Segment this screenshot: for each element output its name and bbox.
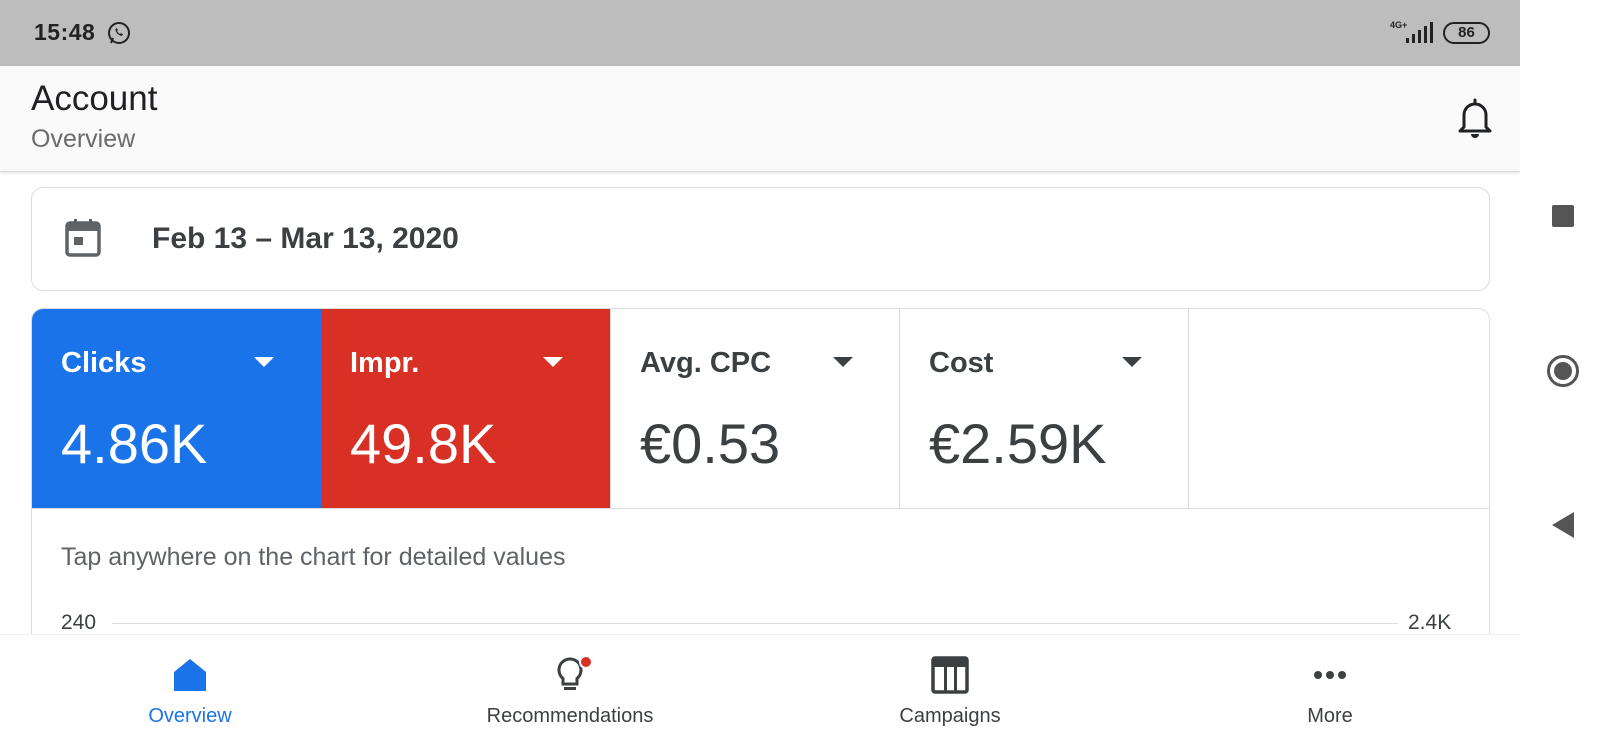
bell-icon[interactable] bbox=[1455, 96, 1495, 138]
nav-recommendations[interactable]: Recommendations bbox=[465, 635, 675, 738]
nav-label: Campaigns bbox=[899, 705, 1001, 727]
home-icon bbox=[174, 659, 206, 691]
date-range-selector[interactable]: Feb 13 – Mar 13, 2020 bbox=[31, 187, 1490, 291]
nav-label: Recommendations bbox=[486, 705, 654, 727]
nav-overview[interactable]: Overview bbox=[110, 635, 270, 738]
screen: 15:48 4G+ 86 Account Overview Feb 13 – M… bbox=[0, 0, 1600, 738]
nav-more[interactable]: More bbox=[1255, 635, 1405, 738]
back-button[interactable] bbox=[1552, 512, 1574, 538]
metric-avg-cpc[interactable]: Avg. CPC €0.53 bbox=[610, 309, 899, 508]
metric-value: €2.59K bbox=[929, 412, 1107, 475]
nav-label: More bbox=[1307, 705, 1353, 727]
metric-empty-slot bbox=[1188, 309, 1489, 508]
divider bbox=[32, 508, 1489, 509]
metrics-card: Clicks 4.86K Impr. 49.8K Avg. CPC €0.53 … bbox=[31, 308, 1490, 648]
metric-value: 49.8K bbox=[350, 412, 497, 475]
chart-gridline[interactable] bbox=[112, 623, 1398, 624]
status-time: 15:48 bbox=[34, 19, 96, 45]
app-header: Account Overview bbox=[0, 66, 1520, 172]
page-subtitle: Overview bbox=[31, 125, 136, 153]
calendar-icon bbox=[65, 219, 101, 257]
right-axis-tick: 2.4K bbox=[1408, 611, 1452, 634]
home-button[interactable] bbox=[1547, 355, 1579, 387]
recents-button[interactable] bbox=[1552, 205, 1574, 227]
nav-label: Overview bbox=[148, 705, 232, 727]
notification-badge bbox=[579, 655, 593, 669]
dropdown-arrow-icon bbox=[1122, 357, 1142, 367]
metric-impressions[interactable]: Impr. 49.8K bbox=[321, 309, 610, 508]
nav-campaigns[interactable]: Campaigns bbox=[870, 635, 1030, 738]
system-nav-bar bbox=[1520, 0, 1600, 738]
page-title: Account bbox=[31, 79, 158, 118]
metric-value: €0.53 bbox=[640, 412, 781, 475]
metric-cost[interactable]: Cost €2.59K bbox=[899, 309, 1188, 508]
dropdown-arrow-icon bbox=[543, 357, 563, 367]
metric-label: Cost bbox=[929, 347, 994, 379]
metric-value: 4.86K bbox=[61, 412, 208, 475]
battery-icon: 86 bbox=[1443, 22, 1490, 44]
whatsapp-icon bbox=[108, 22, 130, 44]
campaigns-icon bbox=[931, 656, 969, 694]
metric-label: Impr. bbox=[350, 347, 420, 379]
bottom-nav: Overview Recommendations Campaigns More bbox=[0, 634, 1520, 738]
metric-clicks[interactable]: Clicks 4.86K bbox=[32, 309, 321, 508]
metric-label: Avg. CPC bbox=[640, 347, 772, 379]
metric-label: Clicks bbox=[61, 347, 147, 379]
dropdown-arrow-icon bbox=[833, 357, 853, 367]
dropdown-arrow-icon bbox=[254, 357, 274, 367]
more-dots-icon bbox=[1314, 671, 1346, 679]
date-range-label: Feb 13 – Mar 13, 2020 bbox=[152, 222, 459, 255]
signal-icon bbox=[1406, 22, 1433, 43]
chart-hint: Tap anywhere on the chart for detailed v… bbox=[61, 543, 566, 571]
left-axis-tick: 240 bbox=[61, 611, 97, 634]
status-bar: 15:48 4G+ 86 bbox=[0, 0, 1520, 66]
